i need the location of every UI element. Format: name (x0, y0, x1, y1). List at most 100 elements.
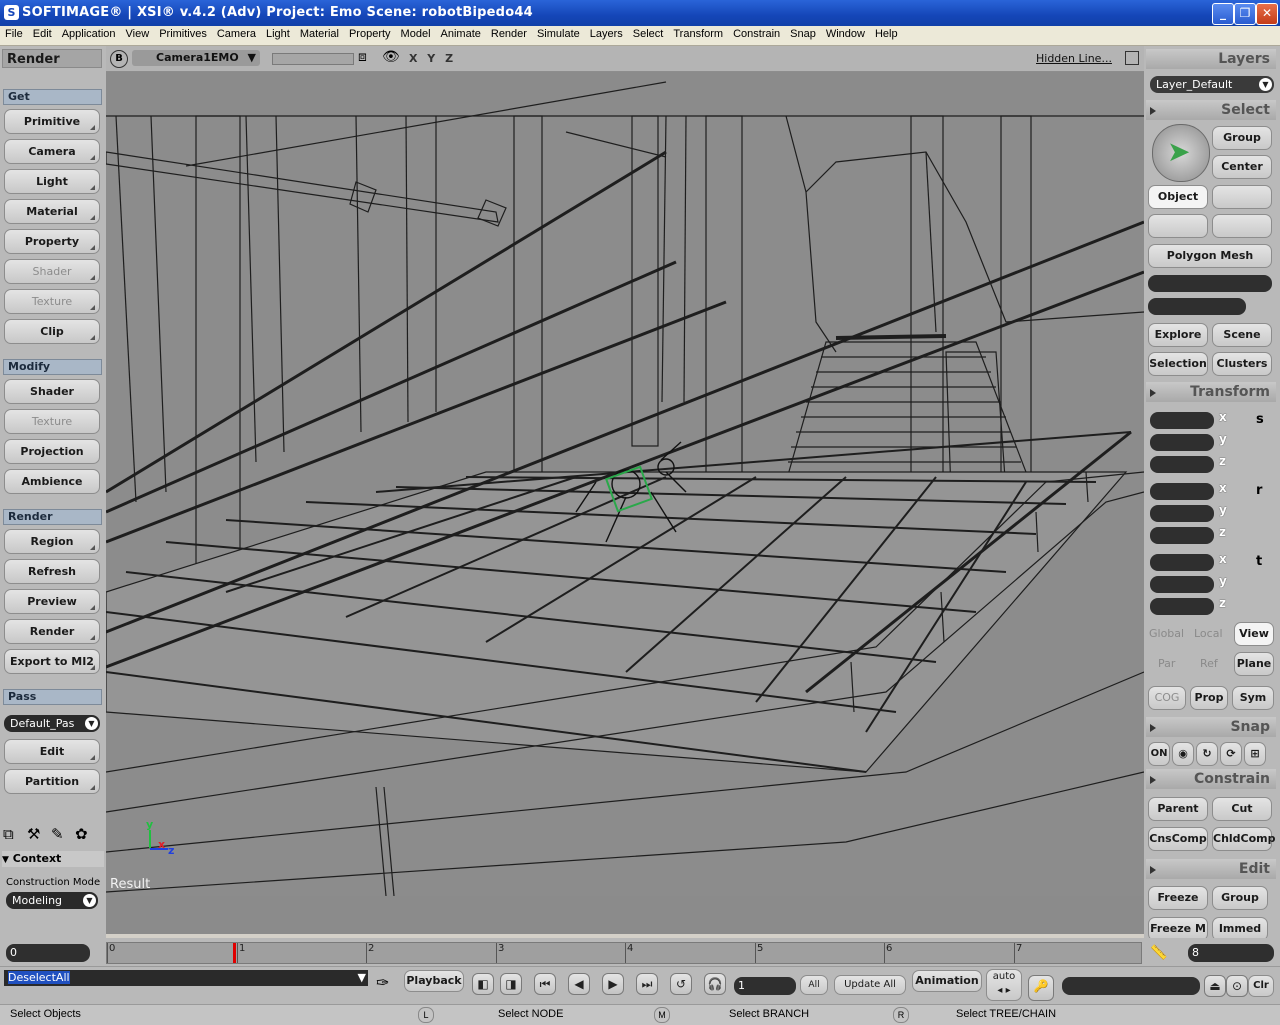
snap-surfaces-icon[interactable]: ⟳ (1220, 742, 1242, 766)
get-material-button[interactable]: Material (4, 199, 100, 224)
layers-header[interactable]: Layers (1146, 49, 1276, 69)
menu-constrain[interactable]: Constrain (728, 26, 785, 40)
layer-dropdown[interactable]: Layer_Default ▼ (1150, 76, 1274, 93)
select-center-button[interactable]: Center (1212, 155, 1272, 179)
global-button[interactable]: Global (1149, 627, 1184, 640)
memo-cam-slots[interactable] (272, 53, 354, 65)
camera-icon[interactable]: ⧈ (358, 49, 367, 65)
rotate-y-field[interactable] (1150, 505, 1214, 522)
scale-x-field[interactable] (1150, 412, 1214, 429)
display-mode-menu[interactable]: Hidden Line... (1036, 52, 1112, 65)
snap-header[interactable]: Snap (1146, 717, 1276, 737)
hair-toolbar-icon[interactable]: ✎ (51, 825, 71, 843)
get-camera-button[interactable]: Camera (4, 139, 100, 164)
get-light-button[interactable]: Light (4, 169, 100, 194)
menu-view[interactable]: View (121, 26, 155, 40)
menu-model[interactable]: Model (396, 26, 436, 40)
menu-camera[interactable]: Camera (212, 26, 261, 40)
select-header[interactable]: Select (1146, 100, 1276, 120)
axis-toggles[interactable]: X Y Z (409, 52, 456, 65)
translate-tool-button[interactable]: t (1256, 554, 1262, 569)
menu-window[interactable]: Window (821, 26, 870, 40)
partition-button[interactable]: Partition (4, 769, 100, 794)
par-button[interactable]: Par (1158, 657, 1175, 670)
playback-button[interactable]: Playback (404, 970, 464, 992)
modify-texture-button[interactable]: Texture (4, 409, 100, 434)
menu-simulate[interactable]: Simulate (532, 26, 585, 40)
select-filter-field[interactable] (1148, 275, 1272, 292)
eject-up-icon[interactable]: ⏏ (1204, 975, 1226, 997)
context-header[interactable]: ▼ Context (2, 851, 104, 867)
timeline-start-field[interactable]: 0 (6, 944, 90, 962)
edit-header[interactable]: Edit (1146, 859, 1276, 879)
menu-select[interactable]: Select (628, 26, 669, 40)
scale-tool-button[interactable]: s (1256, 412, 1264, 427)
menu-layers[interactable]: Layers (585, 26, 628, 40)
select-blank-button-2[interactable] (1148, 214, 1208, 238)
snap-curves-icon[interactable]: ↻ (1196, 742, 1218, 766)
select-filter-button[interactable]: Polygon Mesh (1148, 244, 1272, 268)
selection-button[interactable]: Selection (1148, 352, 1208, 376)
viewport-letter[interactable]: B (110, 50, 128, 68)
close-button[interactable]: ✕ (1256, 3, 1278, 25)
menu-file[interactable]: File (0, 26, 28, 40)
projection-button[interactable]: Projection (4, 439, 100, 464)
menu-application[interactable]: Application (57, 26, 121, 40)
playhead[interactable] (233, 943, 236, 963)
first-frame-icon[interactable]: ◧ (472, 973, 494, 995)
constrain-header[interactable]: Constrain (1146, 769, 1276, 789)
key-icon[interactable]: 🔑 (1028, 975, 1054, 1001)
menu-animate[interactable]: Animate (436, 26, 486, 40)
minimize-button[interactable]: _ (1212, 3, 1234, 25)
export-mi2-button[interactable]: Export to MI2 (4, 649, 100, 674)
ruler-icon[interactable]: 📏 (1150, 945, 1167, 961)
render-button[interactable]: Render (4, 619, 100, 644)
view-button[interactable]: View (1234, 622, 1274, 646)
all-button[interactable]: All (800, 975, 828, 995)
clusters-button[interactable]: Clusters (1212, 352, 1272, 376)
menu-light[interactable]: Light (261, 26, 295, 40)
freeze-button[interactable]: Freeze (1148, 886, 1208, 910)
pass-edit-button[interactable]: Edit (4, 739, 100, 764)
local-button[interactable]: Local (1194, 627, 1223, 640)
menu-material[interactable]: Material (295, 26, 344, 40)
snap-grid-icon[interactable]: ⊞ (1244, 742, 1266, 766)
scale-y-field[interactable] (1150, 434, 1214, 451)
cog-button[interactable]: COG (1148, 686, 1186, 710)
step-back-icon[interactable]: ◀ (568, 973, 590, 995)
maximize-viewport-icon[interactable] (1125, 51, 1139, 65)
clear-button[interactable]: Clr (1248, 975, 1274, 997)
toolbar-title[interactable]: Render (2, 49, 102, 68)
get-primitive-button[interactable]: Primitive (4, 109, 100, 134)
maximize-button[interactable]: ❐ (1234, 3, 1256, 25)
command-line[interactable]: DeselectAll ▼ (4, 970, 368, 986)
rewind-icon[interactable]: ⏮ (534, 973, 556, 995)
audio-icon[interactable]: 🎧 (704, 973, 726, 995)
scene-button[interactable]: Scene (1212, 323, 1272, 347)
parent-button[interactable]: Parent (1148, 797, 1208, 821)
menu-snap[interactable]: Snap (785, 26, 821, 40)
loop-icon[interactable]: ↺ (670, 973, 692, 995)
render-toolbar-icon[interactable]: ✿ (75, 825, 95, 843)
preview-button[interactable]: Preview (4, 589, 100, 614)
eye-icon[interactable]: 👁 (382, 49, 400, 65)
get-shader-button[interactable]: Shader (4, 259, 100, 284)
menu-property[interactable]: Property (344, 26, 396, 40)
transform-header[interactable]: Transform (1146, 382, 1276, 402)
snap-points-icon[interactable]: ◉ (1172, 742, 1194, 766)
select-object-button[interactable]: Object (1148, 185, 1208, 209)
timeline-track[interactable] (106, 942, 1142, 964)
menu-transform[interactable]: Transform (668, 26, 728, 40)
last-frame-icon[interactable]: ◨ (500, 973, 522, 995)
get-texture-button[interactable]: Texture (4, 289, 100, 314)
snap-on-button[interactable]: ON (1148, 742, 1170, 766)
keyframe-field[interactable] (1062, 977, 1200, 995)
menu-primitives[interactable]: Primitives (154, 26, 212, 40)
save-key-icon[interactable]: ⊙ (1226, 975, 1248, 997)
rotate-tool-button[interactable]: r (1256, 483, 1262, 498)
update-all-button[interactable]: Update All (834, 975, 906, 995)
camera-selector[interactable]: Camera1EMO ▼ (132, 50, 260, 66)
sym-button[interactable]: Sym (1232, 686, 1274, 710)
refresh-button[interactable]: Refresh (4, 559, 100, 584)
region-button[interactable]: Region (4, 529, 100, 554)
